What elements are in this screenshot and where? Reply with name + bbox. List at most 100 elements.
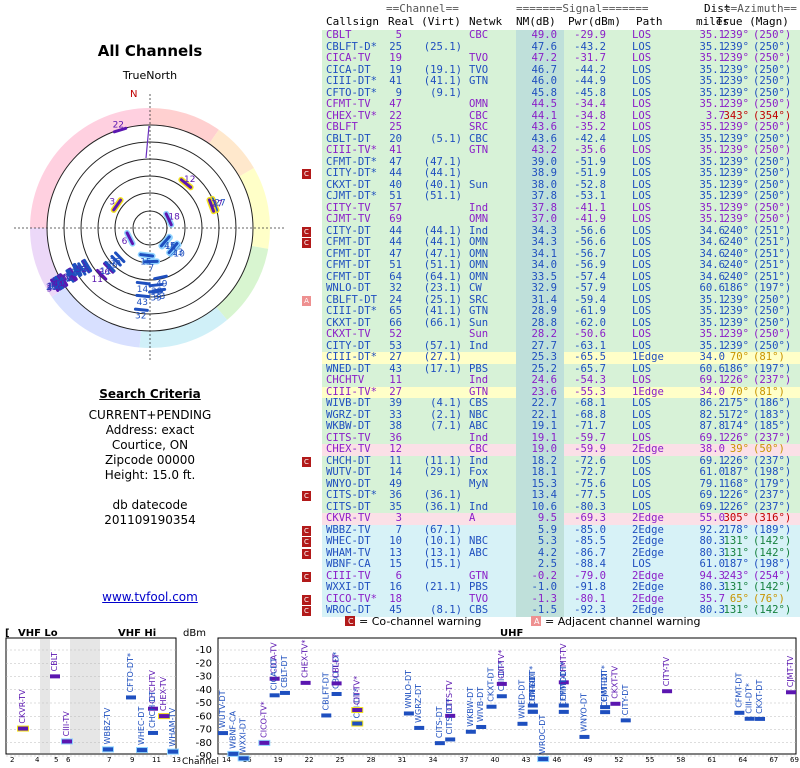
real-channel-cell: 44 xyxy=(389,236,402,248)
virtual-channel-cell: (44.1) xyxy=(423,236,462,248)
co-channel-warning-badge: C xyxy=(302,491,311,501)
table-row: WXXI-DT 16 (21.1) PBS -1.0 -91.8 2Edge 80.3 131°… xyxy=(302,581,800,594)
distance-cell: 35.1 xyxy=(699,144,725,156)
spectrum-bar-label: CBLT xyxy=(50,652,59,671)
magnetic-azimuth-cell: (250°) xyxy=(753,144,792,156)
network-cell: CW xyxy=(469,282,482,294)
uhf-tick-label: 46 xyxy=(552,756,561,764)
real-channel-cell: 14 xyxy=(389,466,402,478)
spectrum-bar-label: WKBW-DT xyxy=(466,687,475,727)
network-cell: A xyxy=(469,512,476,524)
distance-cell: 34.6 xyxy=(699,236,725,248)
vhf-lo-tick-label: 5 xyxy=(54,756,58,764)
distance-cell: 35.1 xyxy=(699,98,725,110)
nm-db-cell: 37.8 xyxy=(531,190,557,202)
search-criteria-title: Search Criteria xyxy=(99,387,201,401)
path-cell: LOS xyxy=(632,52,652,64)
nm-db-cell: 47.2 xyxy=(531,52,557,64)
network-cell: OMN xyxy=(469,98,489,110)
magnetic-azimuth-cell: (250°) xyxy=(753,305,792,317)
spectrum-bar-label: WNED-DT xyxy=(517,680,526,719)
uhf-tick-label: 43 xyxy=(521,756,530,764)
virtual-channel-cell: (27.1) xyxy=(423,351,462,363)
vhf-gap-shade xyxy=(40,639,50,753)
network-cell: GTN xyxy=(469,75,489,87)
power-dbm-cell: -57.9 xyxy=(574,282,606,294)
nm-db-cell: 24.6 xyxy=(531,374,557,386)
virtual-channel-cell: (36.1) xyxy=(423,500,462,513)
power-dbm-cell: -34.4 xyxy=(574,98,606,110)
nm-db-cell: 28.9 xyxy=(531,305,557,317)
distance-cell: 60.6 xyxy=(699,282,725,294)
magnetic-azimuth-cell: (250°) xyxy=(753,328,792,340)
path-cell: LOS xyxy=(632,98,652,110)
spectrum-bar xyxy=(445,737,456,742)
power-dbm-cell: -44.9 xyxy=(574,75,606,87)
adjacent-channel-legend-badge-text: A xyxy=(534,617,540,626)
spectrum-bar-label: WROC-DT xyxy=(538,715,547,754)
spectrum-bar xyxy=(755,716,766,721)
path-cell: LOS xyxy=(632,29,652,41)
table-row: CIII-DT* 65 (41.1) GTN 28.9 -61.9 LOS 35.1 239° (… xyxy=(302,305,800,318)
uhf-tick-label: 28 xyxy=(367,756,376,764)
spectrum-bar-label: CBLT-DT xyxy=(280,655,289,688)
table-row: WNLO-DT 32 (23.1) CW 32.9 -57.9 LOS 60.6 186° (19… xyxy=(302,282,800,295)
table-row: C WHEC-DT 10 (10.1) NBC 5.3 -85.5 2Edge 80.3 131°… xyxy=(302,535,800,548)
radar-station-label: 27 xyxy=(211,200,222,210)
vhf-gap-shade xyxy=(70,639,100,753)
true-azimuth-cell: 131° xyxy=(723,581,749,593)
callsign-cell: WXXI-DT xyxy=(326,581,371,593)
spectrum-bar-label: CICA-DT xyxy=(270,657,279,690)
nm-db-cell: 43.2 xyxy=(531,144,557,156)
spectrum-bar-label: CKXT-TV xyxy=(610,665,619,698)
radar-station-label: 45 xyxy=(164,241,175,251)
path-cell: LOS xyxy=(632,374,652,386)
radar-station-label: 14 xyxy=(137,285,149,295)
power-dbm-cell: -56.6 xyxy=(574,236,606,248)
virtual-channel-cell: (21.1) xyxy=(423,581,462,593)
nm-db-cell: 2.5 xyxy=(537,558,557,570)
network-cell: ABC xyxy=(469,546,489,559)
table-row: C CITS-DT* 36 (36.1) 13.4 -77.5 LOS 69.1 226° (23… xyxy=(302,489,800,502)
spectrum-bar xyxy=(734,710,745,715)
virtual-channel-cell: (66.1) xyxy=(423,316,462,329)
real-channel-cell: 41 xyxy=(389,75,402,87)
uhf-tick-label: 25 xyxy=(336,756,345,764)
vhf-hi-tick-label: 7 xyxy=(107,756,111,764)
distance-cell: 34.6 xyxy=(699,259,725,271)
tvfool-link[interactable]: www.tvfool.com xyxy=(0,590,300,604)
nm-db-cell: 44.5 xyxy=(531,98,557,110)
path-cell: LOS xyxy=(632,489,652,501)
table-row: CJMT-TV 69 OMN 37.0 -41.9 LOS 35.1 239° (250°) xyxy=(302,213,800,226)
magnetic-azimuth-cell: (142°) xyxy=(753,535,792,547)
spectrum-bar xyxy=(352,721,363,726)
uhf-tick-label: 61 xyxy=(707,756,716,764)
power-dbm-cell: -51.9 xyxy=(574,167,606,179)
spectrum-bar xyxy=(662,689,673,694)
spectrum-bar xyxy=(496,694,507,699)
virtual-channel-cell: (4.1) xyxy=(430,397,462,409)
spectrum-bar xyxy=(786,690,796,695)
spectrum-bar-label: CFMT-DT xyxy=(600,672,609,707)
true-azimuth-cell: 239° xyxy=(723,121,749,133)
nm-db-cell: 18.1 xyxy=(531,466,557,478)
co-channel-legend-text: = Co-channel warning xyxy=(359,615,481,628)
callsign-cell: CITS-DT* xyxy=(326,489,378,501)
uhf-tick-label: 34 xyxy=(429,756,438,764)
db-datecode-label: db datecode xyxy=(112,498,188,512)
true-azimuth-cell: 240° xyxy=(723,236,749,248)
path-cell: 2Edge xyxy=(632,512,664,524)
spectrum-bar xyxy=(496,681,507,686)
spectrum-bar-label: CFMT-DT xyxy=(734,673,743,708)
real-channel-cell: 11 xyxy=(389,374,402,386)
power-dbm-cell: -77.5 xyxy=(574,489,606,501)
spectrum-bar xyxy=(321,713,332,718)
virtual-channel-cell: (10.1) xyxy=(423,535,462,547)
distance-cell: 35.1 xyxy=(699,29,725,41)
spectrum-bar-label: CBLFT xyxy=(332,653,341,678)
network-cell: GTN xyxy=(469,305,489,317)
path-cell: 2Edge xyxy=(632,581,664,593)
vhf-lo-label: VHF Lo xyxy=(18,628,58,639)
nm-db-cell: -1.0 xyxy=(531,581,557,593)
signal-group-header: =======Signal======= xyxy=(516,2,649,15)
